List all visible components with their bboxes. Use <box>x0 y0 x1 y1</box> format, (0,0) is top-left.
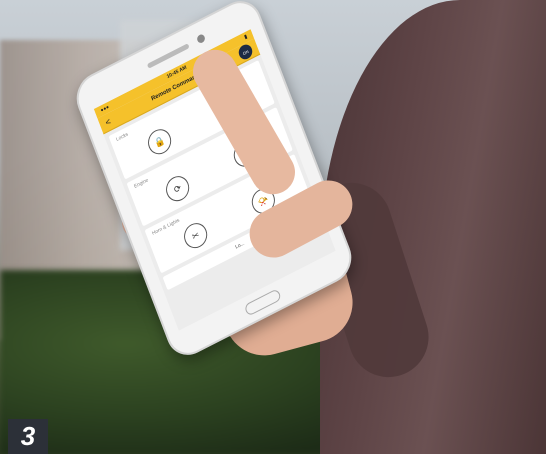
phone-camera <box>196 33 207 45</box>
lock-button[interactable]: 🔒 <box>144 125 175 159</box>
figure-number-badge: 3 <box>8 419 48 454</box>
brand-badge: ON <box>236 42 255 62</box>
engine-start-button[interactable]: ⟳ <box>162 171 193 206</box>
lights-icon: ✂ <box>190 228 201 242</box>
section-label: Engine <box>133 177 150 190</box>
lights-button[interactable]: ✂ <box>180 218 211 253</box>
section-label: Locks <box>115 131 130 144</box>
photo-scene: ●●● 10:45 AM ▮ < Remote Commands ON Lock… <box>0 0 546 454</box>
battery-icon: ▮ <box>243 33 249 41</box>
section-label: Horn & Lights <box>151 217 181 237</box>
lock-icon: 🔒 <box>152 134 167 149</box>
engine-start-icon: ⟳ <box>172 181 183 195</box>
horn-icon: 📯 <box>256 193 270 208</box>
